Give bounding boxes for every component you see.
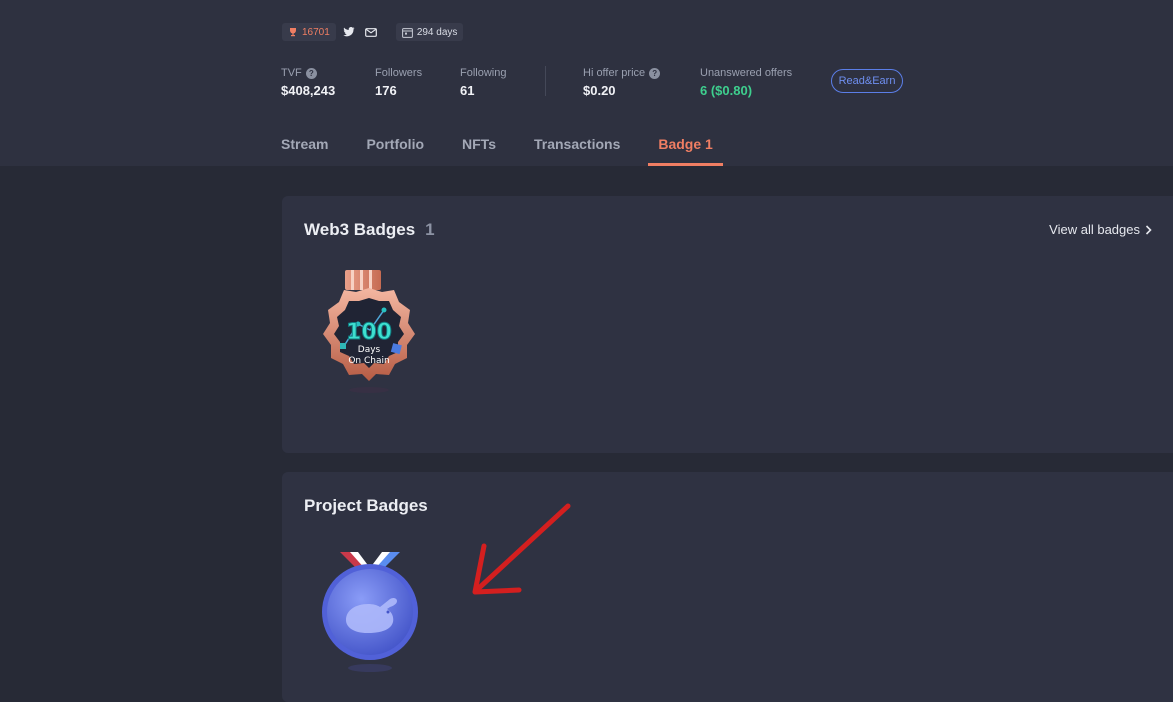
badge-count: 1 — [425, 220, 435, 239]
tab-portfolio[interactable]: Portfolio — [366, 136, 424, 166]
project-badges-card: Project Badges — [282, 472, 1173, 702]
web3-badges-card: Web3 Badges 1 View all badges 100 Days O… — [282, 196, 1173, 453]
stat-value: 6 ($0.80) — [700, 83, 753, 98]
stat-hi-offer-price: Hi offer price ? $0.20 — [583, 66, 661, 98]
stat-following[interactable]: Following 61 — [460, 66, 506, 98]
calendar-icon — [401, 27, 413, 38]
stat-tvf: TVF ? $408,243 — [281, 66, 335, 98]
badge-line-2: On Chain — [348, 356, 389, 366]
help-icon[interactable]: ? — [649, 67, 661, 79]
view-all-badges-link[interactable]: View all badges — [1049, 222, 1152, 237]
rank-value: 16701 — [302, 26, 330, 38]
tab-stream[interactable]: Stream — [281, 136, 328, 166]
mail-icon[interactable] — [362, 23, 380, 41]
twitter-icon[interactable] — [340, 23, 358, 41]
view-all-label: View all badges — [1049, 222, 1140, 237]
web3-badges-title: Web3 Badges 1 — [304, 220, 435, 240]
tab-transactions[interactable]: Transactions — [534, 136, 620, 166]
stat-unanswered-offers[interactable]: Unanswered offers 6 ($0.80) — [700, 66, 792, 98]
project-badges-title: Project Badges — [304, 496, 428, 515]
days-on-chain-text: 294 days — [416, 26, 458, 38]
rank-badge: 16701 — [282, 23, 336, 41]
trophy-icon — [290, 28, 296, 37]
stat-label: Followers — [375, 67, 423, 79]
annotation-arrow — [472, 503, 571, 595]
tab-badge[interactable]: Badge 1 — [648, 136, 724, 166]
stat-label: Hi offer price — [583, 67, 646, 79]
profile-tabs: Stream Portfolio NFTs Transactions Badge… — [281, 136, 751, 166]
help-icon[interactable]: ? — [305, 67, 317, 79]
stat-value: $408,243 — [281, 83, 336, 98]
badge-project-rabbit[interactable] — [318, 550, 422, 685]
profile-stats: TVF ? $408,243 Followers 176 Following 6… — [0, 66, 1173, 106]
badge-line-1: Days — [358, 345, 381, 355]
stat-value: 61 — [460, 83, 475, 98]
stat-value: 176 — [375, 83, 397, 98]
stat-label: TVF — [281, 67, 302, 79]
stat-followers[interactable]: Followers 176 — [375, 66, 422, 98]
read-earn-button[interactable]: Read&Earn — [831, 69, 903, 93]
profile-meta-row: 16701 294 days — [282, 22, 464, 42]
badge-number: 100 — [346, 320, 392, 345]
chevron-right-icon — [1145, 224, 1152, 235]
days-badge: 294 days — [395, 23, 464, 41]
stat-value: $0.20 — [583, 83, 616, 98]
badge-100-days-on-chain[interactable]: 100 Days On Chain — [318, 268, 422, 403]
section-title: Web3 Badges — [304, 220, 416, 239]
tab-nfts[interactable]: NFTs — [462, 136, 496, 166]
profile-header: 16701 294 days TVF ? $408,243 Followers … — [0, 0, 1173, 166]
stat-label: Unanswered offers — [700, 67, 793, 79]
stats-divider — [545, 66, 546, 96]
stat-label: Following — [460, 67, 507, 79]
